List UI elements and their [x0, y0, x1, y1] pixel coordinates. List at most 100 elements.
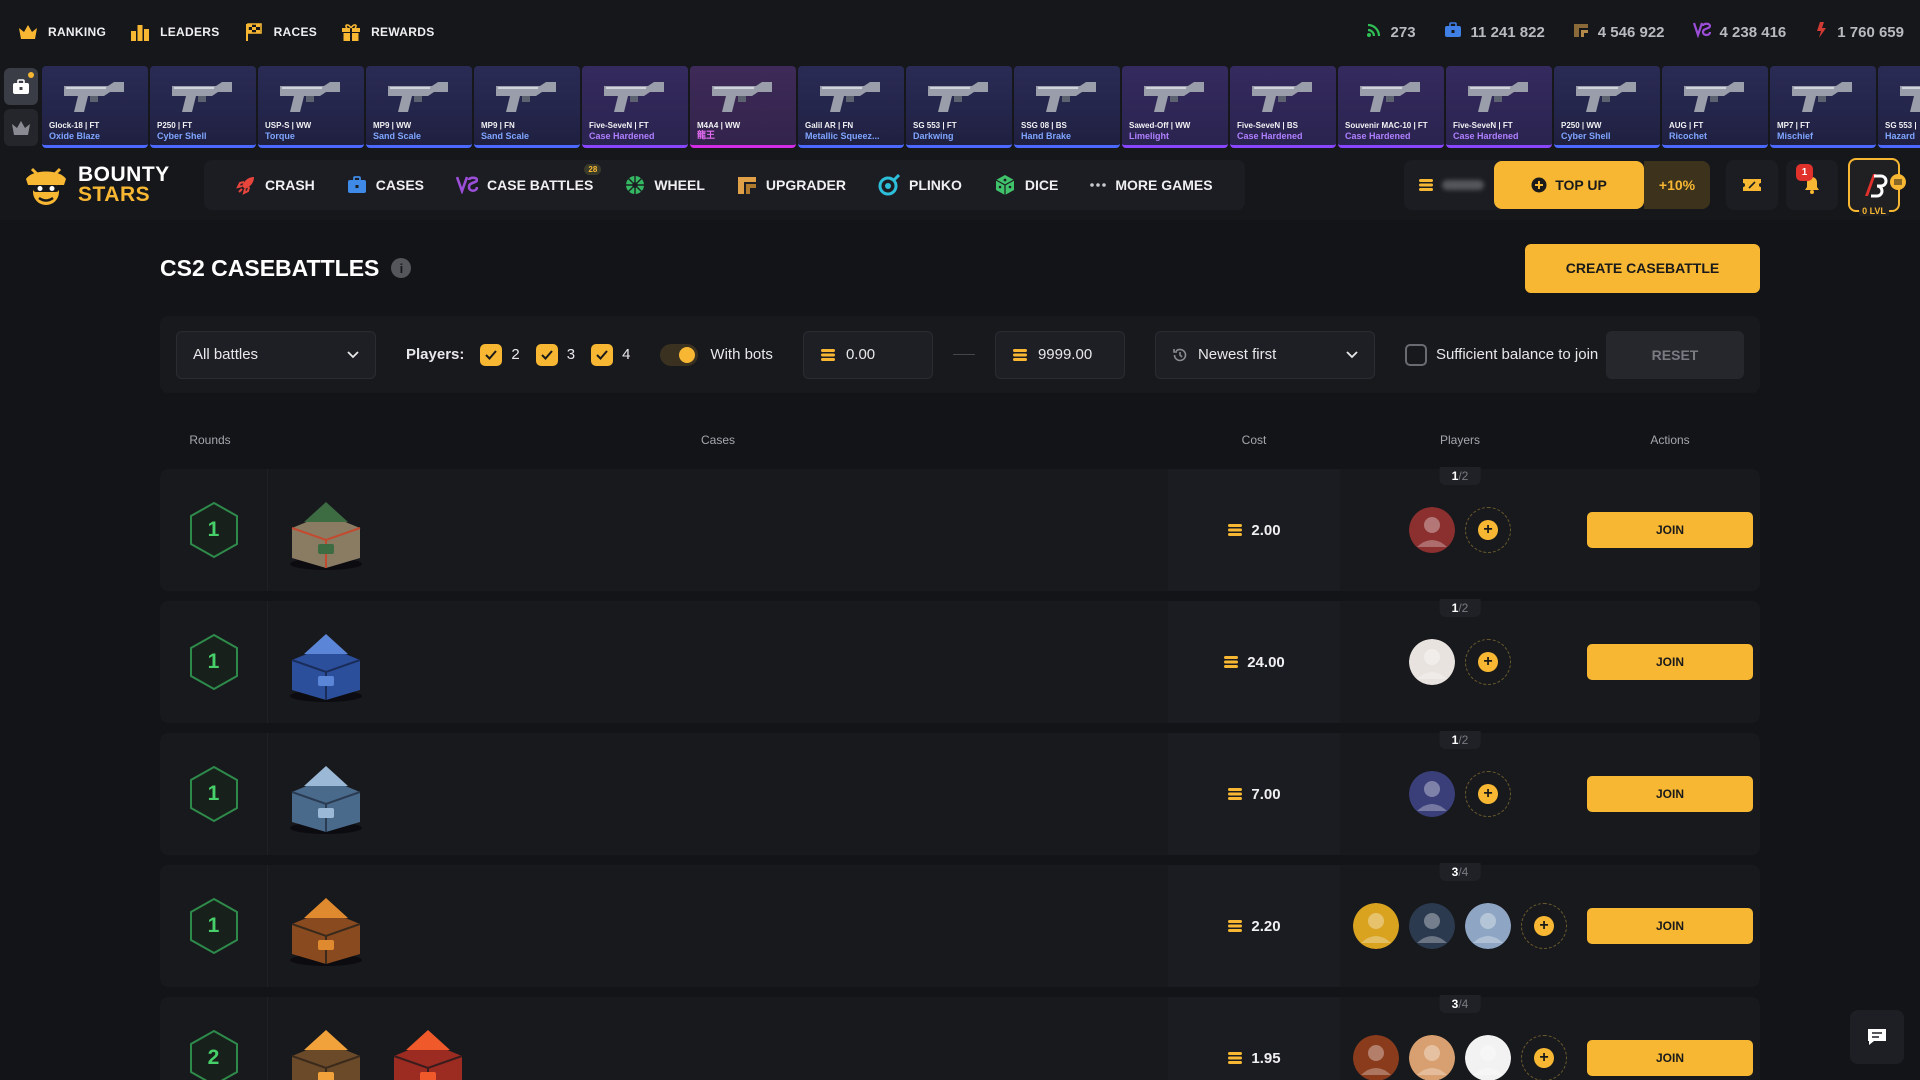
game-wheel[interactable]: WHEEL — [609, 160, 721, 210]
drop-card[interactable]: Galil AR | FN Metallic Squeez... — [798, 66, 904, 148]
with-bots-toggle[interactable]: With bots — [660, 343, 773, 366]
battle-row[interactable]: 1 7.00 1/2 + JOIN — [160, 731, 1760, 855]
top-nav-ranking[interactable]: RANKING — [18, 22, 106, 42]
menu-icon[interactable] — [1890, 174, 1906, 190]
player-count-max: 4 — [1461, 865, 1469, 879]
account-controls: TOP UP +10% 1 0 LVL — [1404, 158, 1906, 216]
top-nav-races[interactable]: RACES — [244, 22, 318, 42]
drops-tab-top[interactable] — [4, 109, 38, 146]
drop-card[interactable]: USP-S | WW Torque — [258, 66, 364, 148]
player-avatar[interactable] — [1409, 1035, 1455, 1080]
max-price-input[interactable]: 9999.00 — [994, 330, 1125, 379]
battle-row[interactable]: 1 2.20 3/4 + JOIN — [160, 863, 1760, 987]
player-avatar[interactable] — [1409, 771, 1455, 817]
player-avatar[interactable] — [1353, 903, 1399, 949]
balance-display[interactable] — [1404, 160, 1502, 210]
game-crash[interactable]: CRASH — [220, 160, 331, 210]
create-casebattle-button[interactable]: CREATE CASEBATTLE — [1525, 243, 1760, 293]
min-price-input[interactable]: 0.00 — [802, 330, 933, 379]
drop-card[interactable]: SG 553 | FT Darkwing — [906, 66, 1012, 148]
drop-card[interactable]: MP9 | FN Sand Scale — [474, 66, 580, 148]
players-cell: 1/2 + — [1340, 467, 1580, 591]
top-nav-label: RANKING — [48, 25, 107, 39]
players-4-checkbox[interactable]: 4 — [591, 343, 630, 366]
sort-select[interactable]: Newest first — [1154, 330, 1375, 379]
crown-icon — [18, 22, 38, 42]
battle-row[interactable]: 1 24.00 1/2 + JOIN — [160, 599, 1760, 723]
game-cases[interactable]: CASES — [331, 160, 440, 210]
join-battle-button[interactable]: JOIN — [1587, 908, 1753, 944]
rounds-cell: 1 — [160, 865, 268, 987]
join-battle-button[interactable]: JOIN — [1587, 776, 1753, 812]
plus-icon: + — [1534, 1048, 1554, 1068]
drop-card[interactable]: AUG | FT Ricochet — [1662, 66, 1768, 148]
rounds-value: 1 — [207, 914, 220, 937]
drop-skin-name: Ricochet — [1669, 131, 1708, 141]
drop-card[interactable]: MP7 | FT Mischief — [1770, 66, 1876, 148]
player-avatar[interactable] — [1465, 903, 1511, 949]
game-case-battles[interactable]: CASE BATTLES 28 — [440, 160, 609, 210]
top-nav-leaders[interactable]: LEADERS — [130, 22, 219, 42]
join-battle-button[interactable]: JOIN — [1587, 644, 1753, 680]
drop-card[interactable]: Five-SeveN | FT Case Hardened — [1446, 66, 1552, 148]
info-icon[interactable]: i — [391, 258, 412, 278]
stat-value: 4 546 922 — [1597, 23, 1665, 41]
drop-card[interactable]: M4A4 | WW 龍王 — [690, 66, 796, 148]
players-cell: 3/4 + — [1340, 863, 1580, 987]
game-plinko[interactable]: PLINKO — [862, 160, 978, 210]
drop-card[interactable]: Five-SeveN | FT Case Hardened — [582, 66, 688, 148]
tower-case-icon — [290, 766, 362, 834]
promo-code-button[interactable] — [1726, 160, 1778, 210]
join-slot-button[interactable]: + — [1465, 771, 1511, 817]
drop-weapon-name: Five-SeveN | FT — [1453, 121, 1513, 130]
drop-card[interactable]: Souvenir MAC-10 | FT Case Hardened — [1338, 66, 1444, 148]
drop-card[interactable]: Five-SeveN | BS Case Hardened — [1230, 66, 1336, 148]
players-2-checkbox[interactable]: 2 — [480, 343, 520, 366]
join-battle-button[interactable]: JOIN — [1587, 1040, 1753, 1076]
drop-card[interactable]: Sawed-Off | WW Limelight — [1122, 66, 1228, 148]
reset-filters-button[interactable]: RESET — [1606, 330, 1744, 379]
join-battle-button[interactable]: JOIN — [1587, 512, 1753, 548]
join-slot-button[interactable]: + — [1465, 639, 1511, 685]
coin-stack-icon — [1419, 179, 1433, 191]
player-avatar[interactable] — [1353, 1035, 1399, 1080]
battle-row[interactable]: 1 2.00 1/2 + JOIN — [160, 467, 1760, 591]
drops-tab-all[interactable] — [4, 68, 38, 105]
player-avatar[interactable] — [1409, 903, 1455, 949]
header-rounds: Rounds — [189, 433, 231, 447]
game-upgrader[interactable]: UPGRADER — [721, 160, 862, 210]
join-slot-button[interactable]: + — [1521, 903, 1567, 949]
drop-card[interactable]: P250 | FT Cyber Shell — [150, 66, 256, 148]
game-dice[interactable]: DICE — [978, 160, 1074, 210]
player-avatar[interactable] — [1409, 507, 1455, 553]
chat-button[interactable] — [1850, 1010, 1904, 1064]
deposit-bonus[interactable]: +10% — [1644, 161, 1710, 209]
toggle-knob — [679, 346, 696, 363]
top-nav-rewards[interactable]: REWARDS — [341, 22, 434, 42]
players-3-checkbox[interactable]: 3 — [535, 343, 575, 366]
user-avatar[interactable]: 0 LVL — [1848, 158, 1906, 216]
battle-type-select[interactable]: All battles — [176, 330, 376, 379]
drop-card[interactable]: Glock-18 | FT Oxide Blaze — [42, 66, 148, 148]
drop-skin-name: Darkwing — [913, 131, 954, 141]
join-slot-button[interactable]: + — [1521, 1035, 1567, 1080]
top-up-button[interactable]: TOP UP — [1494, 161, 1644, 209]
cases-cell — [268, 469, 1168, 591]
player-avatar[interactable] — [1465, 1035, 1511, 1080]
drop-card[interactable]: P250 | WW Cyber Shell — [1554, 66, 1660, 148]
site-logo[interactable]: BOUNTY STARS — [22, 163, 204, 207]
weapon-icon — [820, 82, 880, 112]
battle-row[interactable]: 2 1.95 3/4 + JOIN — [160, 995, 1760, 1080]
game-more-games[interactable]: MORE GAMES — [1074, 160, 1228, 210]
drop-skin-name: Cyber Shell — [1561, 131, 1611, 141]
join-slot-button[interactable]: + — [1465, 507, 1511, 553]
drop-card[interactable]: SG 553 | Hazard — [1878, 66, 1920, 148]
drop-card[interactable]: SSG 08 | BS Hand Brake — [1014, 66, 1120, 148]
sufficient-balance-checkbox[interactable]: Sufficient balance to join — [1404, 343, 1598, 366]
drop-weapon-name: Five-SeveN | FT — [589, 121, 649, 130]
notifications-button[interactable]: 1 — [1786, 160, 1838, 210]
upgrader-icon — [737, 177, 756, 194]
crown-icon — [12, 120, 30, 135]
player-avatar[interactable] — [1409, 639, 1455, 685]
drop-card[interactable]: MP9 | WW Sand Scale — [366, 66, 472, 148]
